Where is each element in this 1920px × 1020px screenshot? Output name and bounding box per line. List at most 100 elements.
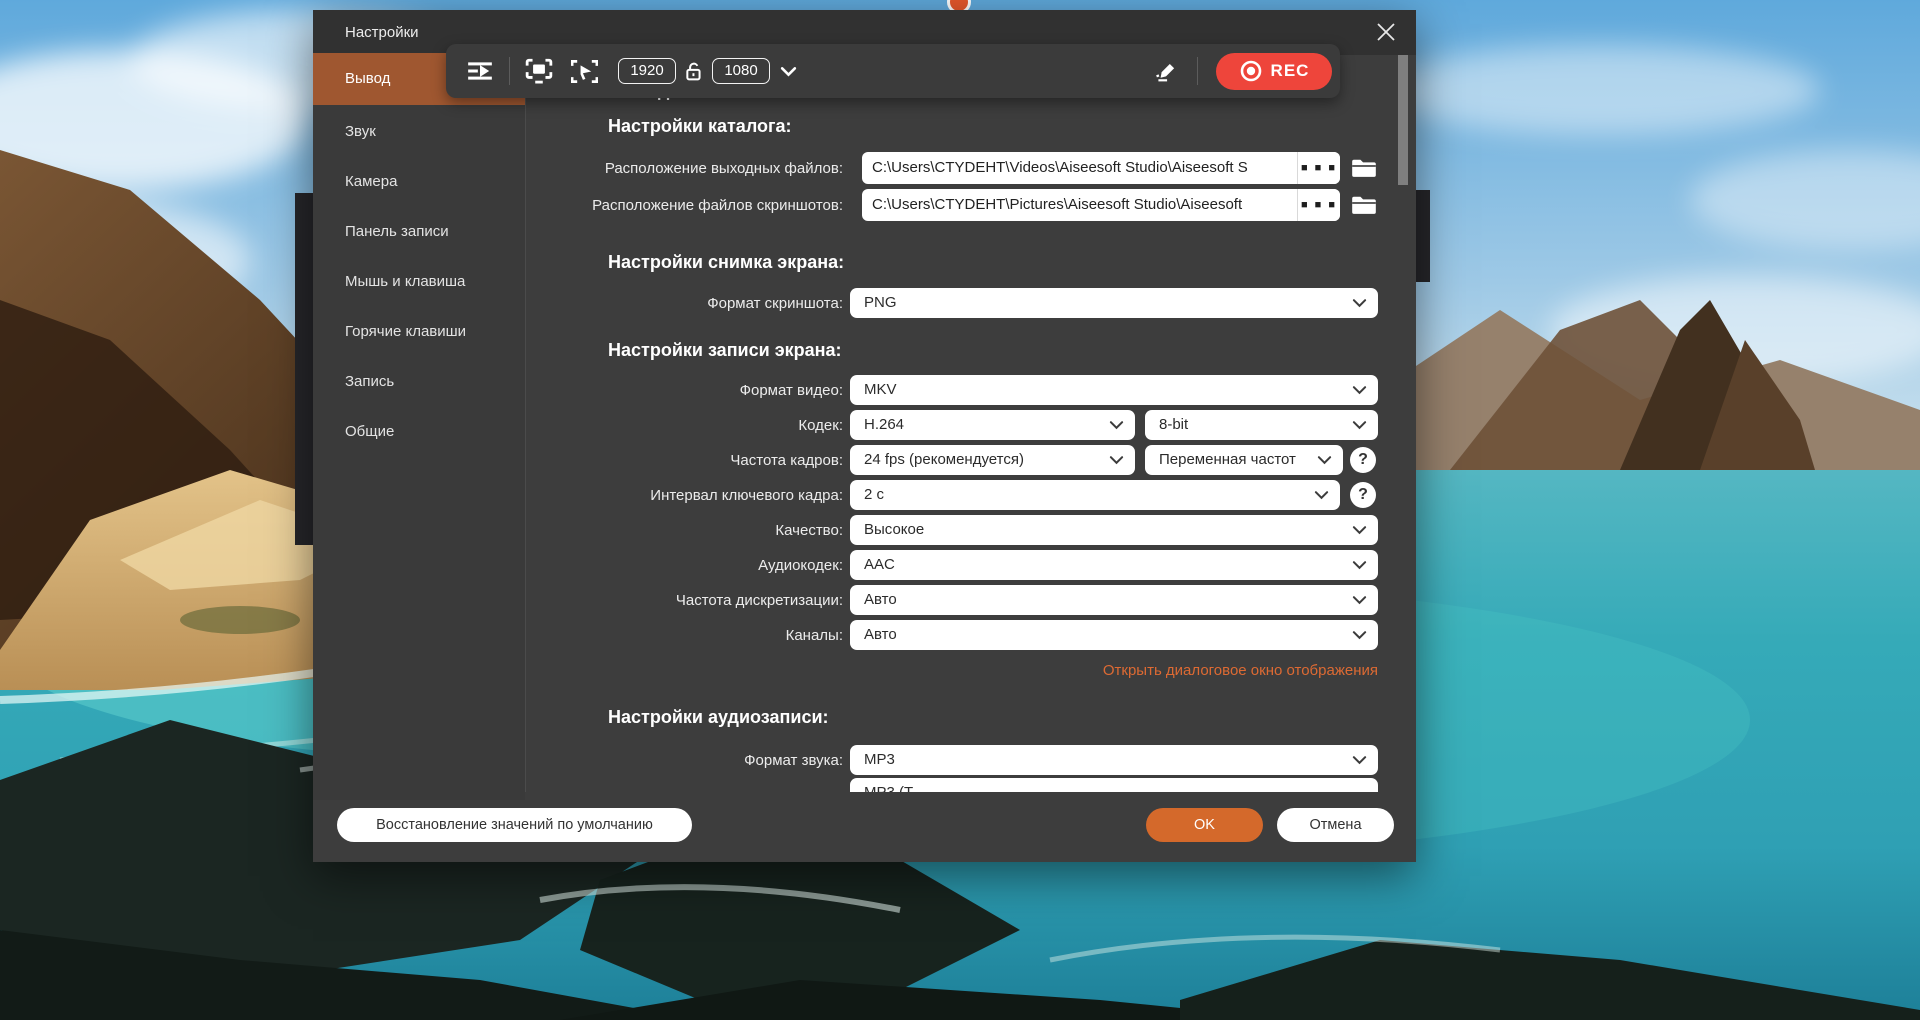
section-heading-audio: Настройки аудиозаписи: [608,707,829,728]
chevron-down-icon [1352,525,1367,535]
record-height-input[interactable]: 1080 [712,58,770,84]
sidebar-item-hotkeys[interactable]: Горячие клавиши [313,307,525,357]
aspect-lock-button[interactable] [685,61,703,81]
framerate-mode-select[interactable]: Переменная частот [1145,445,1343,475]
keyframe-interval-label: Интервал ключевого кадра: [525,487,843,504]
framerate-label: Частота кадров: [525,452,843,469]
chevron-down-icon [1352,560,1367,570]
chevron-down-icon [1352,595,1367,605]
screenshot-format-select[interactable]: PNG [850,288,1378,318]
chevron-down-icon [1352,630,1367,640]
keyframe-help-icon[interactable]: ? [1350,482,1376,508]
bit-depth-select[interactable]: 8-bit [1145,410,1378,440]
panel-arrow-icon [466,60,494,82]
channels-select[interactable]: Авто [850,620,1378,650]
quality-select[interactable]: Высокое [850,515,1378,545]
open-display-dialog-link[interactable]: Открыть диалоговое окно отображения [1103,662,1378,679]
desktop: Настройки Вывод Звук Камера Панель запис… [0,0,1920,1020]
section-heading-screenshot: Настройки снимка экрана: [608,252,844,273]
settings-dialog: Настройки Вывод Звук Камера Панель запис… [313,10,1416,862]
background-window-edge-left [295,193,313,545]
fullscreen-mode-button[interactable] [525,58,553,84]
display-fullscreen-icon [525,58,553,84]
framerate-value: 24 fps (рекомендуется) [864,451,1024,468]
clipped-next-value: MP3 (Т [850,778,1378,792]
sample-rate-select[interactable]: Авто [850,585,1378,615]
codec-select[interactable]: H.264 [850,410,1135,440]
screenshot-format-label: Формат скриншота: [525,295,843,312]
folder-icon [1351,156,1377,180]
browse-output-button[interactable]: ■ ■ ■ [1297,152,1340,184]
channels-label: Каналы: [525,627,843,644]
scrollbar-thumb[interactable] [1398,55,1408,185]
codec-label: Кодек: [525,417,843,434]
chevron-down-icon [1352,385,1367,395]
ok-button[interactable]: OK [1146,808,1263,842]
sidebar-item-general[interactable]: Общие [313,407,525,457]
recorder-toolbar: 1920 1080 [446,44,1340,98]
section-heading-record: Настройки записи экрана: [608,340,842,361]
record-width-input[interactable]: 1920 [618,58,676,84]
chevron-down-icon [1109,420,1124,430]
codec-value: H.264 [864,416,904,433]
custom-region-icon [571,59,598,84]
section-heading-catalog: Настройки каталога: [608,116,792,137]
annotate-button[interactable] [1153,59,1179,83]
screenshot-files-path-field[interactable]: C:\Users\CTYDEHT\Pictures\Aiseesoft Stud… [862,189,1340,221]
video-format-value: MKV [864,381,897,398]
sidebar-item-record-panel[interactable]: Панель записи [313,207,525,257]
collapse-panel-button[interactable] [466,60,494,82]
output-files-label: Расположение выходных файлов: [525,160,843,177]
chevron-down-icon [1352,420,1367,430]
sample-rate-value: Авто [864,591,897,608]
chevron-down-icon [1109,455,1124,465]
open-output-folder-button[interactable] [1351,156,1377,180]
size-presets-button[interactable] [780,66,797,77]
clipped-next-select[interactable]: MP3 (Т [850,778,1378,792]
sidebar-item-sound[interactable]: Звук [313,107,525,157]
sidebar-item-camera[interactable]: Камера [313,157,525,207]
background-window-edge-right [1416,190,1430,282]
keyframe-interval-select[interactable]: 2 с [850,480,1340,510]
pencil-icon [1153,59,1179,83]
chevron-down-icon [1352,298,1367,308]
dialog-title: Настройки [345,10,419,55]
close-icon [1375,21,1397,43]
folder-icon [1351,193,1377,217]
chevron-down-icon [1314,490,1329,500]
framerate-select[interactable]: 24 fps (рекомендуется) [850,445,1135,475]
custom-region-button[interactable] [571,59,598,84]
close-button[interactable] [1370,16,1402,48]
framerate-mode-value: Переменная частот [1159,451,1296,468]
record-icon [1239,59,1263,83]
audio-codec-select[interactable]: AAC [850,550,1378,580]
output-files-path-field[interactable]: C:\Users\CTYDEHT\Videos\Aiseesoft Studio… [862,152,1340,184]
quality-label: Качество: [525,522,843,539]
channels-value: Авто [864,626,897,643]
rec-button[interactable]: REC [1216,53,1332,90]
screenshot-files-label: Расположение файлов скриншотов: [525,197,843,214]
sidebar-item-mouse-key[interactable]: Мышь и клавиша [313,257,525,307]
video-format-select[interactable]: MKV [850,375,1378,405]
cancel-button[interactable]: Отмена [1277,808,1394,842]
sidebar-item-recording[interactable]: Запись [313,357,525,407]
browse-screenshot-button[interactable]: ■ ■ ■ [1297,189,1340,221]
lock-open-icon [685,61,703,81]
restore-defaults-button[interactable]: Восстановление значений по умолчанию [337,808,692,842]
audio-codec-value: AAC [864,556,895,573]
chevron-down-icon [1317,455,1332,465]
video-format-label: Формат видео: [525,382,843,399]
bit-depth-value: 8-bit [1159,416,1188,433]
output-files-path-value[interactable]: C:\Users\CTYDEHT\Videos\Aiseesoft Studio… [862,152,1297,184]
audio-format-value: MP3 [864,751,895,768]
open-screenshot-folder-button[interactable] [1351,193,1377,217]
audio-format-select[interactable]: MP3 [850,745,1378,775]
chevron-down-icon [1352,755,1367,765]
rec-button-label: REC [1271,61,1310,81]
chevron-down-icon [780,66,797,77]
framerate-help-icon[interactable]: ? [1350,447,1376,473]
quality-value: Высокое [864,521,924,538]
screenshot-files-path-value[interactable]: C:\Users\CTYDEHT\Pictures\Aiseesoft Stud… [862,189,1297,221]
keyframe-interval-value: 2 с [864,486,884,503]
audio-codec-label: Аудиокодек: [525,557,843,574]
